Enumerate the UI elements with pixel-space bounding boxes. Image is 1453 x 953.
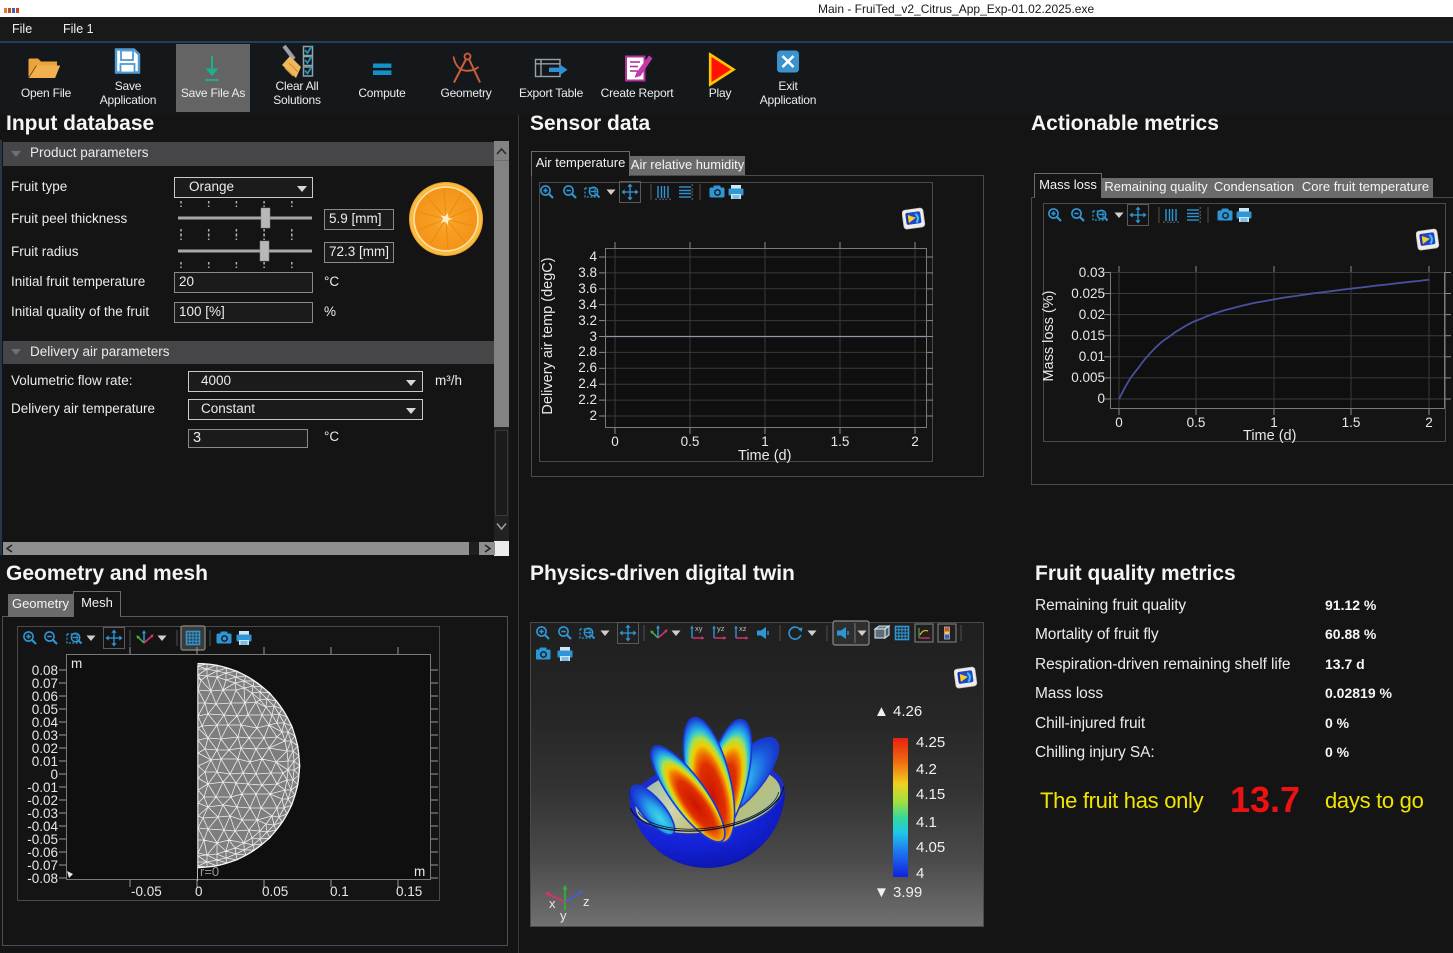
svg-text:z: z — [583, 894, 590, 909]
svg-text:y: y — [560, 908, 567, 923]
svg-text:x: x — [549, 896, 556, 911]
